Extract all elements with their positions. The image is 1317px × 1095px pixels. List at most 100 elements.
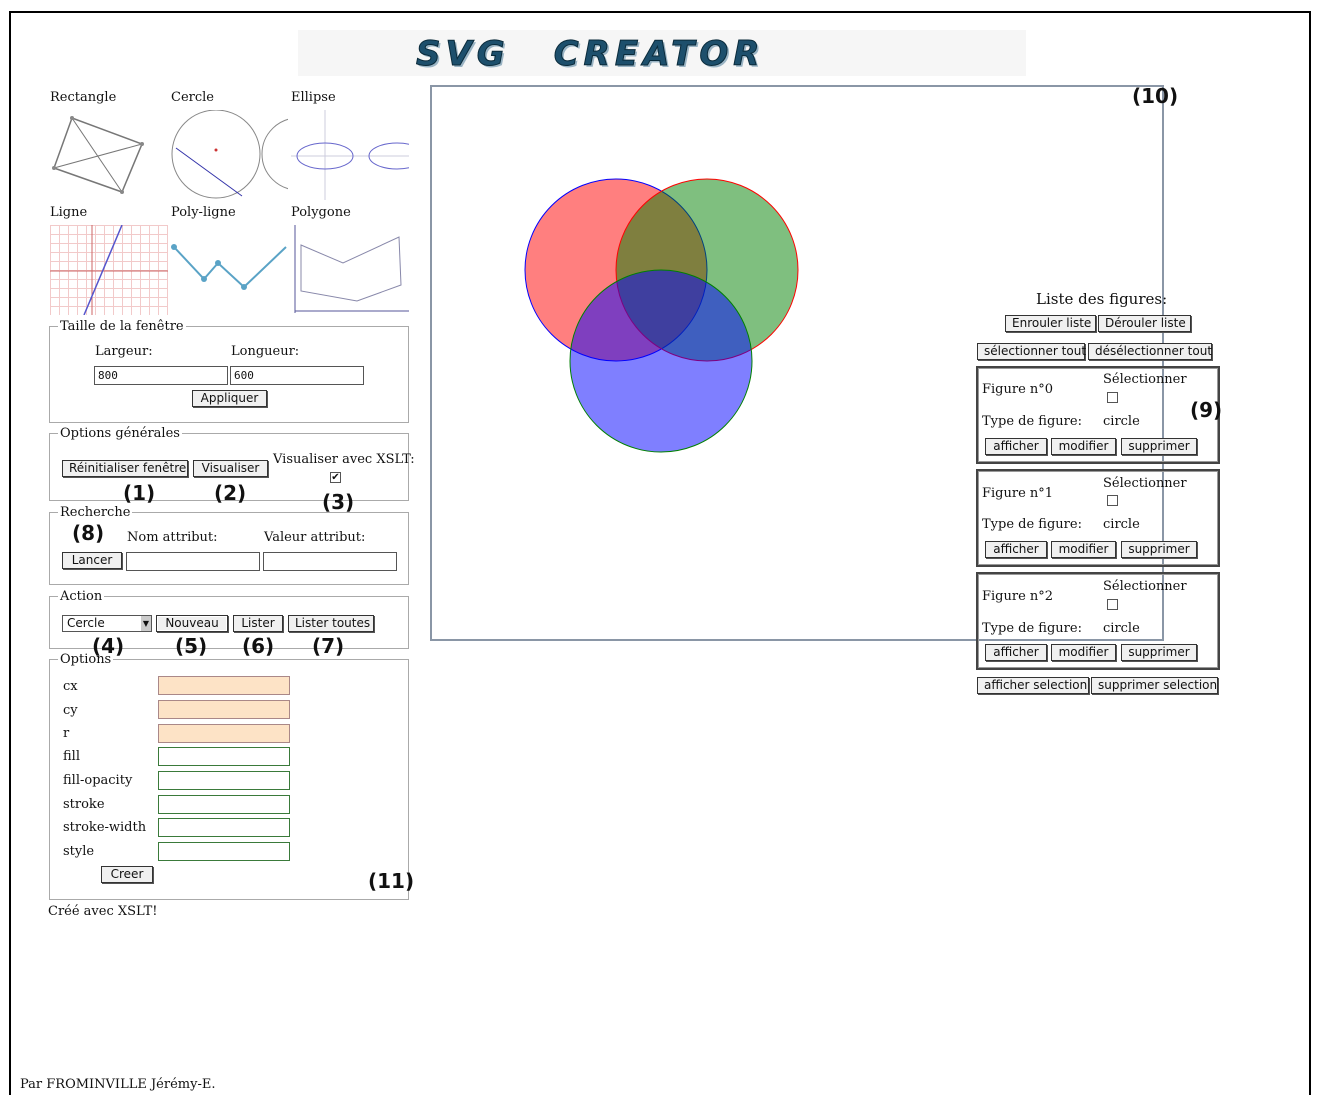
rectangle-thumbnail[interactable] (50, 110, 168, 200)
polygon-diagram (294, 225, 409, 313)
rectangle-diagram (52, 116, 144, 194)
figure-title-1: Figure n°1 (982, 486, 1054, 501)
figure-circle-2[interactable] (569, 269, 753, 453)
expand-list-button[interactable]: Dérouler liste (1098, 315, 1191, 332)
polygon-thumbnail[interactable] (291, 225, 409, 315)
figure-show-button-1[interactable]: afficher (985, 541, 1047, 558)
polyline-diagram (171, 244, 287, 290)
show-selection-button[interactable]: afficher selection (977, 677, 1089, 694)
cy-input[interactable] (158, 700, 290, 719)
banner-title: SVG CREATOR (416, 34, 765, 75)
figure-type-value-2: circle (1103, 621, 1140, 636)
annotation-5: (5) (175, 634, 208, 658)
ellipse-diagram (291, 110, 409, 200)
field-label-cy: cy (63, 703, 78, 718)
list-button[interactable]: Lister (233, 615, 283, 632)
new-button[interactable]: Nouveau (156, 615, 228, 632)
launch-search-button[interactable]: Lancer (62, 552, 122, 569)
annotation-1: (1) (123, 481, 156, 505)
annotation-10: (10) (1132, 84, 1179, 108)
r-input[interactable] (158, 724, 290, 743)
ellipse-thumbnail[interactable] (291, 110, 409, 200)
xslt-label: Visualiser avec XSLT: (273, 452, 415, 467)
stroke-width-input[interactable] (158, 818, 290, 837)
height-input[interactable]: 600 (230, 366, 364, 385)
xslt-note: Créé avec XSLT! (48, 904, 158, 919)
annotation-2: (2) (214, 481, 247, 505)
figure-select-label-1: Sélectionner (1103, 476, 1187, 491)
annotation-4: (4) (92, 634, 125, 658)
line-diagram (50, 225, 168, 315)
banner: SVG CREATOR (298, 30, 1026, 76)
stroke-input[interactable] (158, 795, 290, 814)
annotation-9: (9) (1190, 398, 1223, 422)
annotation-8: (8) (72, 521, 105, 545)
attr-value-label: Valeur attribut: (264, 530, 366, 545)
chevron-down-icon: ▼ (141, 616, 151, 631)
figure-delete-button-0[interactable]: supprimer (1121, 438, 1197, 455)
collapse-list-button[interactable]: Enrouler liste (1005, 315, 1096, 332)
search-fieldset: Recherche (49, 505, 409, 585)
figure-select-checkbox-2[interactable] (1107, 599, 1118, 610)
field-label-style: style (63, 844, 95, 859)
deselect-all-button[interactable]: désélectionner tout (1088, 343, 1212, 360)
attr-name-input[interactable] (126, 552, 260, 571)
width-label: Largeur: (95, 344, 153, 359)
figure-edit-button-0[interactable]: modifier (1051, 438, 1116, 455)
action-legend: Action (60, 589, 103, 604)
visualize-button[interactable]: Visualiser (193, 460, 268, 477)
cx-input[interactable] (158, 676, 290, 695)
field-label-cx: cx (63, 679, 78, 694)
circle-thumbnail[interactable] (170, 110, 288, 200)
annotation-3: (3) (322, 490, 355, 514)
figure-select-checkbox-1[interactable] (1107, 495, 1118, 506)
height-label: Longueur: (231, 344, 300, 359)
annotation-6: (6) (242, 634, 275, 658)
circle-diagram (171, 110, 288, 199)
field-label-fill: fill (63, 749, 80, 764)
figure-edit-button-1[interactable]: modifier (1051, 541, 1116, 558)
banner-word-svg: SVG (416, 34, 510, 75)
figure-show-button-0[interactable]: afficher (985, 438, 1047, 455)
fill-opacity-input[interactable] (158, 771, 290, 790)
attr-name-label: Nom attribut: (127, 530, 218, 545)
field-label-r: r (63, 726, 70, 741)
shape-label-rectangle: Rectangle (50, 90, 117, 105)
figure-edit-button-2[interactable]: modifier (1051, 644, 1116, 661)
polyline-thumbnail[interactable] (170, 225, 288, 315)
line-thumbnail[interactable] (50, 225, 168, 315)
create-button[interactable]: Creer (101, 866, 153, 883)
reset-window-button[interactable]: Réinitialiser fenêtre (62, 460, 188, 477)
xslt-checkbox[interactable]: ✔ (330, 472, 341, 483)
shape-label-polygon: Polygone (291, 205, 351, 220)
delete-selection-button[interactable]: supprimer selection (1091, 677, 1218, 694)
field-label-stroke-width: stroke-width (63, 820, 147, 835)
select-all-button[interactable]: sélectionner tout (977, 343, 1086, 360)
figure-type-label-0: Type de figure: (982, 414, 1082, 429)
apply-button[interactable]: Appliquer (192, 390, 267, 407)
figure-delete-button-2[interactable]: supprimer (1121, 644, 1197, 661)
figure-title-2: Figure n°2 (982, 589, 1054, 604)
annotation-7: (7) (312, 634, 345, 658)
shape-type-select[interactable]: Cercle ▼ (62, 615, 152, 632)
general-options-legend: Options générales (60, 426, 180, 441)
attr-value-input[interactable] (263, 552, 397, 571)
figure-delete-button-1[interactable]: supprimer (1121, 541, 1197, 558)
search-legend: Recherche (60, 505, 131, 520)
shape-label-circle: Cercle (171, 90, 214, 105)
figure-type-value-0: circle (1103, 414, 1140, 429)
figure-select-label-2: Sélectionner (1103, 579, 1187, 594)
shape-label-ellipse: Ellipse (291, 90, 336, 105)
fill-input[interactable] (158, 747, 290, 766)
list-all-button[interactable]: Lister toutes (288, 615, 374, 632)
style-input[interactable] (158, 842, 290, 861)
figure-select-checkbox-0[interactable] (1107, 392, 1118, 403)
width-input[interactable]: 800 (94, 366, 228, 385)
figure-title-0: Figure n°0 (982, 382, 1054, 397)
shape-type-value: Cercle (67, 616, 105, 630)
banner-word-creator: CREATOR (553, 34, 765, 75)
figure-show-button-2[interactable]: afficher (985, 644, 1047, 661)
window-size-legend: Taille de la fenêtre (60, 319, 184, 334)
field-label-fill-opacity: fill-opacity (63, 773, 133, 788)
figure-type-value-1: circle (1103, 517, 1140, 532)
